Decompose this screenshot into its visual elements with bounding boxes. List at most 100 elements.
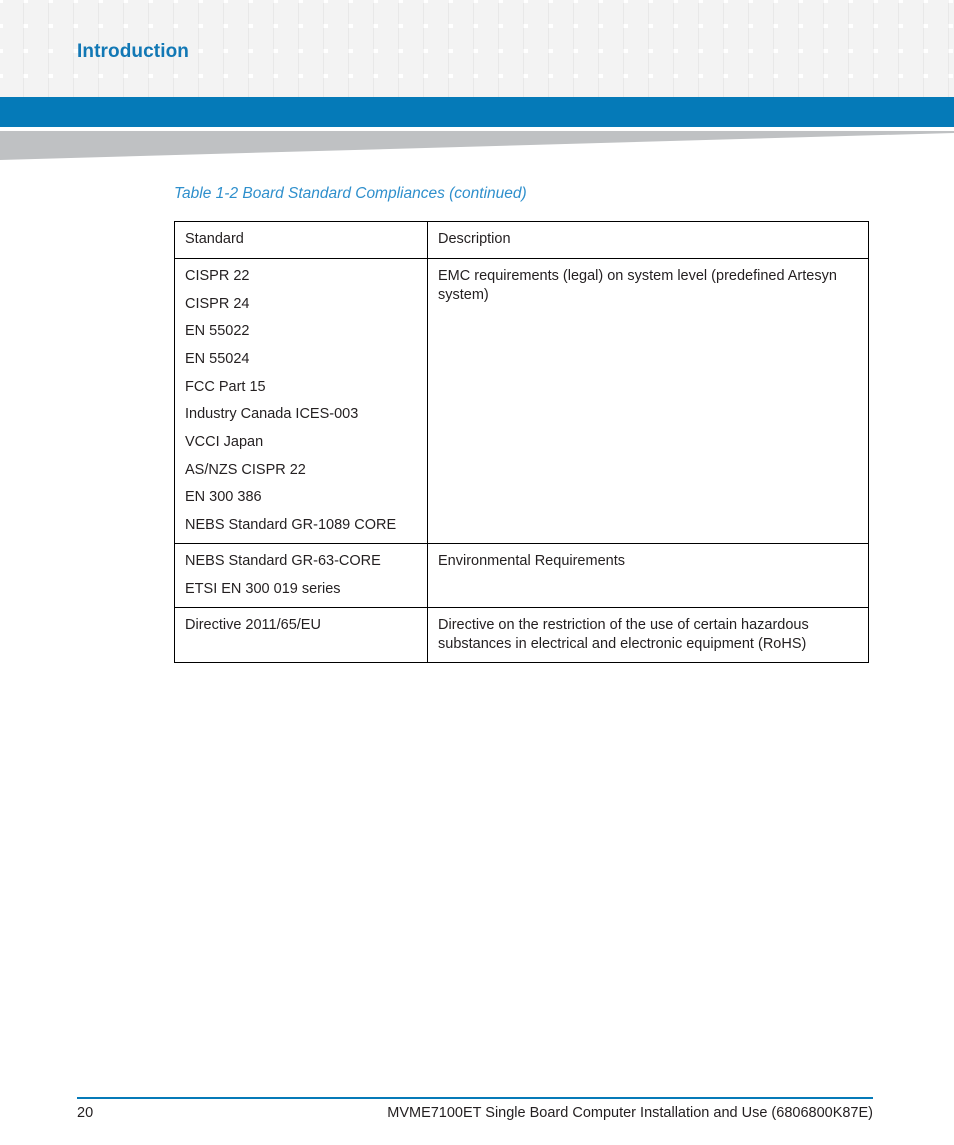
header-grid-cell	[677, 28, 698, 49]
header-grid-cell	[802, 3, 823, 24]
header-grid-cell	[102, 78, 123, 97]
header-grid-cell	[677, 3, 698, 24]
header-grid-cell	[277, 28, 298, 49]
footer-rule	[77, 1097, 873, 1099]
header-grid-cell	[827, 78, 848, 97]
table-cell-description: EMC requirements (legal) on system level…	[427, 258, 869, 544]
header-grid-cell	[452, 53, 473, 74]
header-grid-cell	[727, 78, 748, 97]
header-grid-cell	[802, 78, 823, 97]
header-grid-cell	[427, 78, 448, 97]
header-grid-cell	[352, 3, 373, 24]
footer-page-number: 20	[77, 1105, 94, 1121]
header-grid-cell	[402, 28, 423, 49]
list-item: EN 55024	[185, 351, 250, 367]
header-grid-cell	[202, 28, 223, 49]
list-item: VCCI Japan	[185, 433, 264, 450]
header-grid-cell	[602, 28, 623, 49]
header-grid-cell	[852, 28, 873, 49]
header-grid-cell	[777, 3, 798, 24]
header-grid-cell	[427, 28, 448, 49]
header-grid-cell	[727, 53, 748, 74]
header-grid-cell	[777, 28, 798, 49]
header-grid-cell	[752, 28, 773, 49]
header-grid-cell	[627, 78, 648, 97]
header-grid-cell	[702, 3, 723, 24]
table-cell-standard: NEBS Standard GR-63-CORE ETSI EN 300 019…	[174, 542, 428, 608]
header-grid-cell	[202, 78, 223, 97]
header-grid-cell	[902, 28, 923, 49]
header-grid-cell	[502, 53, 523, 74]
header-grid-cell	[627, 3, 648, 24]
header-grid-cell	[502, 78, 523, 97]
header-grid-cell	[452, 78, 473, 97]
header-grid-cell	[877, 53, 898, 74]
header-grid-cell	[377, 53, 398, 74]
header-grid-cell	[377, 3, 398, 24]
footer-document-title: MVME7100ET Single Board Computer Install…	[387, 1105, 873, 1121]
header-grid-cell	[702, 53, 723, 74]
description-text: Environmental Requirements	[438, 552, 625, 569]
header-grid-cell	[927, 53, 948, 74]
list-item: CISPR 22	[185, 268, 250, 285]
header-grid-cell	[202, 53, 223, 74]
header-grid-cell	[377, 28, 398, 49]
header-grid-cell	[527, 53, 548, 74]
header-grid-cell	[227, 78, 248, 97]
header-grid-cell	[877, 28, 898, 49]
header-gray-swoosh	[0, 131, 954, 163]
header-grid-cell	[127, 78, 148, 97]
header-grid-cell	[152, 78, 173, 97]
header-grid-cell	[852, 3, 873, 24]
header-grid-cell	[777, 53, 798, 74]
standards-list: NEBS Standard GR-63-CORE ETSI EN 300 019…	[185, 552, 417, 599]
list-item: Industry Canada ICES-003	[185, 406, 359, 423]
header-grid-cell	[502, 3, 523, 24]
column-header-description: Description	[427, 220, 869, 260]
header-grid-cell	[277, 3, 298, 24]
header-grid-cell	[427, 3, 448, 24]
header-grid-cell	[602, 3, 623, 24]
header-grid-cell	[27, 78, 48, 97]
header-grid-cell	[627, 53, 648, 74]
header-grid-cell	[652, 28, 673, 49]
header-grid-cell	[477, 78, 498, 97]
table-row: CISPR 22 CISPR 24 EN 55022 EN 55024 FCC …	[174, 258, 869, 544]
header-grid-cell	[927, 3, 948, 24]
header-grid-cell	[827, 53, 848, 74]
header-grid-cell	[2, 78, 23, 97]
header-grid-cell	[652, 78, 673, 97]
page-section-title: Introduction	[77, 41, 190, 62]
list-item: EN 55022	[185, 323, 250, 340]
page-header: Introduction	[0, 0, 954, 97]
header-grid-cell	[352, 78, 373, 97]
header-grid-cell	[827, 3, 848, 24]
list-item: AS/NZS CISPR 22	[185, 461, 306, 478]
header-grid-cell	[577, 53, 598, 74]
header-grid-cell	[827, 28, 848, 49]
header-grid-cell	[52, 3, 73, 24]
header-grid-cell	[777, 78, 798, 97]
header-grid-cell	[77, 3, 98, 24]
header-grid-cell	[302, 53, 323, 74]
header-grid-cell	[452, 28, 473, 49]
header-grid-cell	[927, 78, 948, 97]
table-cell-description: Environmental Requirements	[427, 542, 869, 608]
header-grid-cell	[527, 3, 548, 24]
header-blue-banner	[0, 97, 954, 127]
header-grid-cell	[252, 78, 273, 97]
header-grid-cell	[602, 78, 623, 97]
header-grid-cell	[677, 78, 698, 97]
header-grid-cell	[902, 78, 923, 97]
header-grid-cell	[377, 78, 398, 97]
header-grid-cell	[27, 53, 48, 74]
header-grid-cell	[327, 78, 348, 97]
header-grid-cell	[302, 78, 323, 97]
header-grid-cell	[702, 28, 723, 49]
header-grid-cell	[402, 3, 423, 24]
header-grid-cell	[427, 53, 448, 74]
header-grid-cell	[52, 53, 73, 74]
header-grid-cell	[577, 3, 598, 24]
header-grid-cell	[677, 53, 698, 74]
header-grid-cell	[127, 3, 148, 24]
